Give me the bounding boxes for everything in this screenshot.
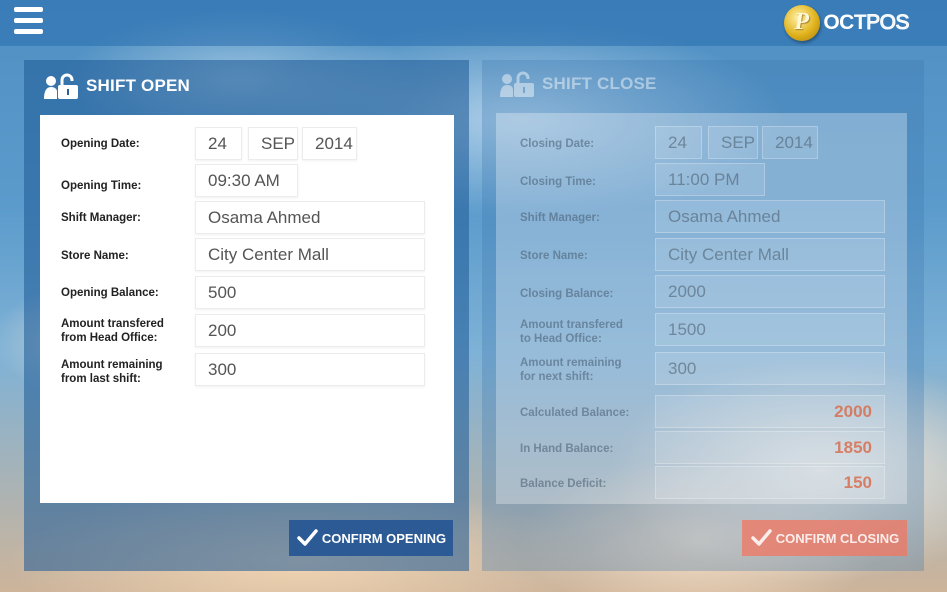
octpos-logo: OCTPOS <box>784 3 910 43</box>
close-store-name-field[interactable]: City Center Mall <box>655 238 885 271</box>
closing-time-field[interactable]: 11:00 PM <box>655 163 765 196</box>
shift-close-form: Closing Date: 24 SEP 2014 Closing Time: … <box>496 113 907 504</box>
opening-time-label: Opening Time: <box>61 180 142 192</box>
coin-logo-icon <box>784 5 821 41</box>
balance-deficit-label: Balance Deficit: <box>520 478 607 490</box>
closing-time-label: Closing Time: <box>520 176 596 188</box>
opening-balance-label: Opening Balance: <box>61 287 159 299</box>
unlocked-padlock-person-icon <box>500 71 534 97</box>
confirm-opening-button[interactable]: CONFIRM OPENING <box>289 520 453 556</box>
shift-open-panel: SHIFT OPEN Opening Date: 24 SEP 2014 Ope… <box>24 60 469 571</box>
amount-remaining-next-shift-label: Amount remaining for next shift: <box>520 357 622 383</box>
amount-transferred-head-office-field[interactable]: 1500 <box>655 313 885 346</box>
closing-date-label: Closing Date: <box>520 138 595 150</box>
closing-balance-label: Closing Balance: <box>520 288 614 300</box>
shift-open-title: SHIFT OPEN <box>86 76 191 95</box>
amount-remaining-label: Amount remaining from last shift: <box>61 359 163 385</box>
opening-date-month-field[interactable]: SEP <box>248 127 298 160</box>
calculated-balance-label: Calculated Balance: <box>520 407 630 419</box>
closing-date-year-field[interactable]: 2014 <box>762 126 818 159</box>
shift-manager-label: Shift Manager: <box>61 212 141 224</box>
closing-date-month-field[interactable]: SEP <box>708 126 758 159</box>
shift-close-panel: SHIFT CLOSE Closing Date: 24 SEP 2014 Cl… <box>482 60 924 571</box>
logo-text: OCTPOS <box>823 11 910 35</box>
confirm-closing-button[interactable]: CONFIRM CLOSING <box>742 520 907 556</box>
shift-manager-field[interactable]: Osama Ahmed <box>195 201 425 234</box>
shift-close-title: SHIFT CLOSE <box>542 74 657 93</box>
closing-balance-field[interactable]: 2000 <box>655 275 885 308</box>
in-hand-balance-label: In Hand Balance: <box>520 443 614 455</box>
shift-open-form: Opening Date: 24 SEP 2014 Opening Time: … <box>40 115 454 503</box>
in-hand-balance-field[interactable]: 1850 <box>655 431 885 464</box>
amount-remaining-next-shift-field[interactable]: 300 <box>655 352 885 385</box>
unlocked-padlock-person-icon <box>44 73 78 99</box>
amount-transferred-field[interactable]: 200 <box>195 314 425 347</box>
amount-remaining-field[interactable]: 300 <box>195 353 425 386</box>
shift-close-header: SHIFT CLOSE <box>500 66 657 102</box>
close-store-name-label: Store Name: <box>520 250 588 262</box>
amount-transferred-head-office-label: Amount transfered to Head Office: <box>520 319 623 345</box>
store-name-label: Store Name: <box>61 250 129 262</box>
opening-time-field[interactable]: 09:30 AM <box>195 164 298 197</box>
store-name-field[interactable]: City Center Mall <box>195 238 425 271</box>
opening-balance-field[interactable]: 500 <box>195 276 425 309</box>
close-shift-manager-label: Shift Manager: <box>520 212 600 224</box>
calculated-balance-value: 2000 <box>655 395 885 428</box>
hamburger-menu-icon[interactable] <box>14 7 44 39</box>
opening-date-year-field[interactable]: 2014 <box>302 127 357 160</box>
amount-transferred-label: Amount transfered from Head Office: <box>61 318 164 344</box>
balance-deficit-value: 150 <box>655 466 885 499</box>
closing-date-day-field[interactable]: 24 <box>655 126 702 159</box>
checkmark-icon <box>297 529 318 546</box>
checkmark-icon <box>751 529 772 546</box>
shift-open-header: SHIFT OPEN <box>44 68 190 104</box>
close-shift-manager-field[interactable]: Osama Ahmed <box>655 200 885 233</box>
top-bar: OCTPOS <box>0 0 947 46</box>
opening-date-label: Opening Date: <box>61 138 140 150</box>
opening-date-day-field[interactable]: 24 <box>195 127 242 160</box>
